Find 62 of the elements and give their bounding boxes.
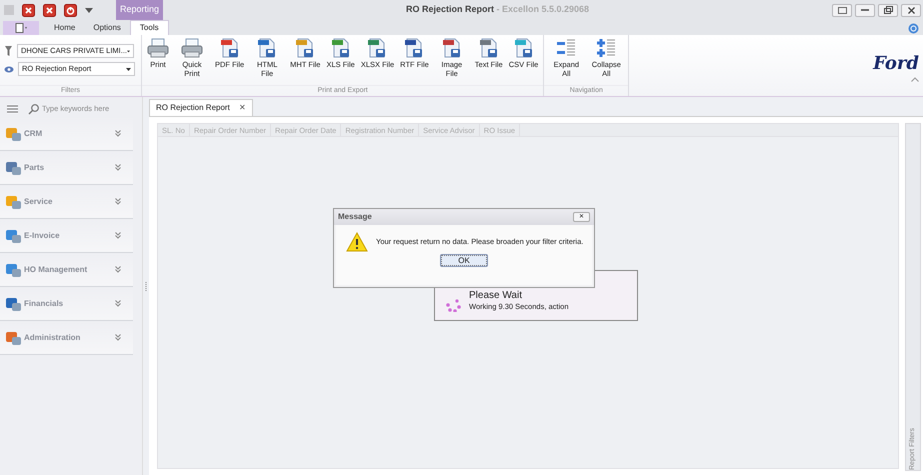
splitter-handle[interactable] xyxy=(145,282,147,290)
chevron-icon xyxy=(115,130,121,137)
app-menu-button[interactable] xyxy=(3,21,39,35)
app-version: - Excellon 5.5.0.29068 xyxy=(495,4,590,14)
module-icon xyxy=(5,261,22,278)
ribbon-tab[interactable]: Home xyxy=(45,20,84,35)
spinner-icon xyxy=(445,298,461,312)
file-save-icon xyxy=(257,38,278,58)
restore-icon xyxy=(884,6,892,14)
restore-button[interactable] xyxy=(878,4,898,16)
maximize-icon xyxy=(838,6,846,14)
minimize-button[interactable] xyxy=(855,4,875,16)
brand-logo: Ford xyxy=(873,52,919,76)
chevron-icon xyxy=(115,300,121,307)
ribbon-tab[interactable]: Tools xyxy=(130,20,169,35)
close-button[interactable] xyxy=(901,4,921,16)
ribbon-tab[interactable]: Options xyxy=(84,20,130,35)
module-icon xyxy=(5,159,22,176)
window-title: RO Rejection Report xyxy=(406,4,494,14)
collapse-ribbon-icon[interactable] xyxy=(911,76,919,82)
chevron-icon xyxy=(115,164,121,171)
wait-title: Please Wait xyxy=(469,290,523,301)
minimize-icon xyxy=(861,9,869,11)
eye-icon xyxy=(4,66,14,72)
close-all-icon[interactable] xyxy=(43,4,56,16)
dialog-title: Message xyxy=(338,211,372,223)
maximize-button[interactable] xyxy=(832,4,852,16)
close-tab-button[interactable]: ✕ xyxy=(238,102,246,114)
close-doc-icon[interactable] xyxy=(22,4,35,16)
document-menu-icon xyxy=(14,23,28,33)
file-save-icon xyxy=(442,38,462,58)
file-save-icon xyxy=(514,38,534,58)
module-icon xyxy=(5,329,22,346)
menu-icon[interactable] xyxy=(7,105,18,113)
help-icon[interactable] xyxy=(908,23,919,34)
chevron-icon xyxy=(115,334,121,341)
file-save-icon xyxy=(478,38,499,58)
collapse-icon xyxy=(596,38,616,58)
module-icon xyxy=(5,227,22,244)
printer-icon xyxy=(147,38,169,58)
module-icon xyxy=(5,295,22,312)
filter-icon xyxy=(4,45,13,57)
module-icon xyxy=(5,125,22,142)
dropdown-icon[interactable] xyxy=(85,8,93,12)
chevron-icon xyxy=(115,266,121,273)
close-icon xyxy=(908,6,914,14)
chevron-icon xyxy=(115,198,121,205)
ok-button[interactable]: OK xyxy=(440,254,488,267)
document-tab[interactable]: RO Rejection Report ✕ xyxy=(149,99,253,116)
power-icon[interactable] xyxy=(64,4,77,16)
search-icon xyxy=(28,104,39,114)
expand-icon xyxy=(556,38,576,58)
printer-icon xyxy=(181,38,203,58)
file-save-icon xyxy=(220,38,240,58)
file-save-icon xyxy=(295,38,316,58)
file-save-icon xyxy=(404,38,424,58)
context-tab-header: Reporting xyxy=(116,0,164,20)
warning-icon xyxy=(346,232,368,252)
module-icon xyxy=(5,193,22,210)
chevron-icon xyxy=(115,232,121,239)
file-save-icon xyxy=(367,38,388,58)
file-save-icon xyxy=(330,38,351,58)
